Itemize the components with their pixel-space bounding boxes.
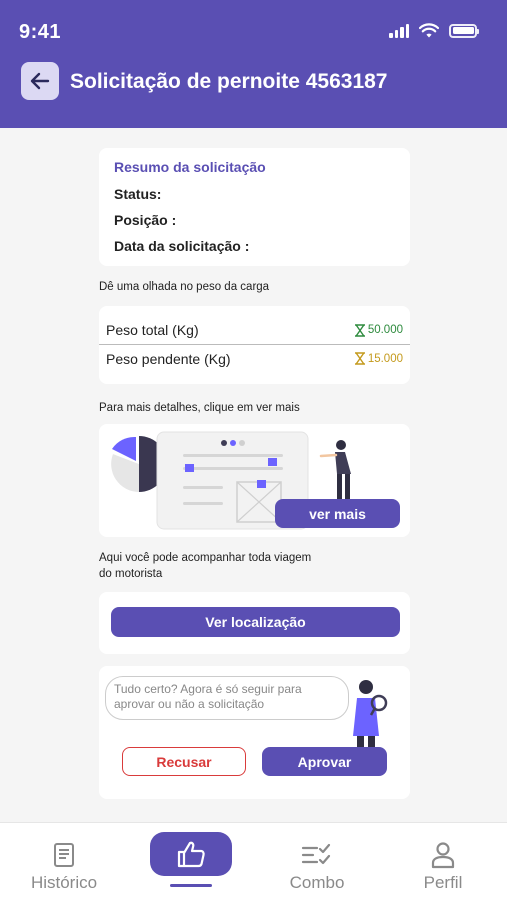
- approve-button[interactable]: Aprovar: [262, 747, 387, 776]
- details-section-label: Para mais detalhes, clique em ver mais: [99, 402, 300, 414]
- approval-card: Tudo certo? Agora é só seguir para aprov…: [99, 666, 410, 799]
- reject-button[interactable]: Recusar: [122, 747, 246, 776]
- weight-total-label: Peso total (Kg): [106, 322, 199, 338]
- weight-pending-label: Peso pendente (Kg): [106, 350, 231, 367]
- date-label: Data da solicitação :: [114, 238, 250, 254]
- nav-item-approvals[interactable]: [131, 823, 251, 900]
- nav-active-pill: [150, 832, 232, 876]
- user-icon: [431, 842, 455, 869]
- arrow-left-icon: [30, 72, 50, 90]
- nav-item-historico[interactable]: Histórico: [4, 823, 124, 900]
- signal-icon: [389, 23, 409, 38]
- summary-card: Resumo da solicitação Status: Posição : …: [99, 148, 410, 266]
- wifi-icon: [419, 23, 439, 38]
- checklist-icon: [301, 843, 331, 865]
- hourglass-icon: [354, 323, 365, 337]
- app-header: 9:41 Solicitação de pernoite 4563187: [0, 0, 507, 128]
- location-card: Ver localização: [99, 592, 410, 654]
- weight-pending-value: 15.000: [354, 352, 403, 365]
- back-button[interactable]: [21, 62, 59, 100]
- nav-active-indicator: [170, 884, 212, 887]
- nav-label-perfil: Perfil: [423, 873, 463, 892]
- weight-row-total: Peso total (Kg) 50.000: [99, 316, 410, 344]
- bottom-navigation: Histórico Combo Perfil: [0, 822, 507, 900]
- hourglass-icon: [354, 352, 365, 365]
- status-label: Status:: [114, 186, 162, 202]
- weights-card: Peso total (Kg) 50.000 Peso pendente (Kg…: [99, 306, 410, 384]
- details-card: ver mais: [99, 424, 410, 537]
- document-icon: [54, 843, 74, 867]
- nav-item-combo[interactable]: Combo: [257, 823, 377, 900]
- status-bar: 9:41: [0, 0, 507, 60]
- see-more-button[interactable]: ver mais: [275, 499, 400, 528]
- weight-row-pending: Peso pendente (Kg) 15.000: [99, 344, 410, 372]
- position-label: Posição :: [114, 212, 177, 228]
- nav-label-combo: Combo: [289, 873, 345, 892]
- weight-total-value: 50.000: [354, 323, 403, 337]
- weights-section-label: Dê uma olhada no peso da carga: [99, 281, 270, 293]
- summary-title: Resumo da solicitação: [114, 159, 266, 175]
- view-location-button[interactable]: Ver localização: [111, 607, 400, 637]
- status-icons: [389, 23, 479, 38]
- nav-item-perfil[interactable]: Perfil: [383, 823, 503, 900]
- approval-message: Tudo certo? Agora é só seguir para aprov…: [105, 676, 349, 720]
- location-section-label: Aqui você pode acompanhar toda viagem do…: [99, 552, 312, 580]
- thumbs-up-icon: [177, 841, 205, 868]
- page-title: Solicitação de pernoite 4563187: [70, 70, 388, 93]
- nav-label-historico: Histórico: [30, 873, 98, 892]
- battery-icon: [449, 23, 479, 38]
- status-time: 9:41: [19, 21, 62, 43]
